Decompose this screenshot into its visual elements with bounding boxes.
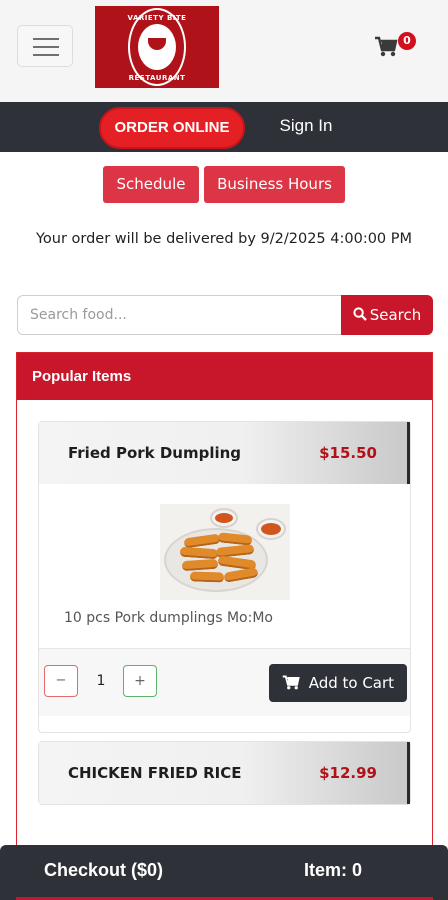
logo-bottom-text: RESTAURANT <box>128 74 186 82</box>
search-button-label: Search <box>369 306 422 324</box>
menu-item-name: Fried Pork Dumpling <box>68 444 242 462</box>
cart-button[interactable]: 0 <box>374 32 416 63</box>
delivery-notice: Your order will be delivered by 9/2/2025… <box>35 231 413 247</box>
cart-count-badge: 0 <box>398 32 416 50</box>
add-to-cart-label: Add to Cart <box>308 674 395 692</box>
top-header: VARIETY BITE RESTAURANT 0 <box>0 0 448 102</box>
checkout-button[interactable]: Checkout ($0) <box>44 860 163 881</box>
add-to-cart-button[interactable]: Add to Cart <box>269 664 407 702</box>
quantity-decrement-button[interactable]: − <box>44 665 78 697</box>
menu-item-card: CHICKEN FRIED RICE $12.99 <box>38 741 411 805</box>
logo-top-text: VARIETY BITE <box>127 14 187 22</box>
cart-icon <box>282 674 305 692</box>
checkout-bar[interactable]: Checkout ($0) Item: 0 <box>0 845 448 900</box>
menu-item-description: 10 pcs Pork dumplings Mo:Mo <box>64 610 273 626</box>
business-hours-button[interactable]: Business Hours <box>204 166 345 203</box>
quantity-value[interactable]: 1 <box>87 665 115 697</box>
popular-items-panel: Popular Items Fried Pork Dumpling $15.50 <box>16 352 433 900</box>
menu-item-footer: − 1 + Add to Cart <box>39 648 410 716</box>
menu-item-card: Fried Pork Dumpling $15.50 10 pcs Pork d… <box>38 421 411 733</box>
search-button[interactable]: Search <box>341 295 433 335</box>
search-icon <box>353 295 367 335</box>
schedule-button[interactable]: Schedule <box>103 166 199 203</box>
menu-item-name: CHICKEN FRIED RICE <box>68 764 242 782</box>
dumpling-photo <box>160 504 290 600</box>
restaurant-logo[interactable]: VARIETY BITE RESTAURANT <box>95 6 219 88</box>
item-count: Item: 0 <box>304 860 363 880</box>
hamburger-icon[interactable] <box>17 25 73 67</box>
app-page: VARIETY BITE RESTAURANT 0 ORDER ONLINE S… <box>0 0 448 900</box>
quantity-increment-button[interactable]: + <box>123 665 157 697</box>
popular-items-heading: Popular Items <box>17 353 432 400</box>
menu-item-header[interactable]: Fried Pork Dumpling $15.50 <box>39 422 410 484</box>
search-input[interactable] <box>17 295 343 335</box>
cart-icon <box>374 36 398 63</box>
menu-item-header[interactable]: CHICKEN FRIED RICE $12.99 <box>39 742 410 804</box>
sign-in-link[interactable]: Sign In <box>268 116 344 136</box>
nav-bar: ORDER ONLINE Sign In <box>0 102 448 152</box>
menu-item-price: $12.99 <box>319 764 377 782</box>
order-online-button[interactable]: ORDER ONLINE <box>99 107 245 149</box>
menu-item-price: $15.50 <box>319 444 377 462</box>
